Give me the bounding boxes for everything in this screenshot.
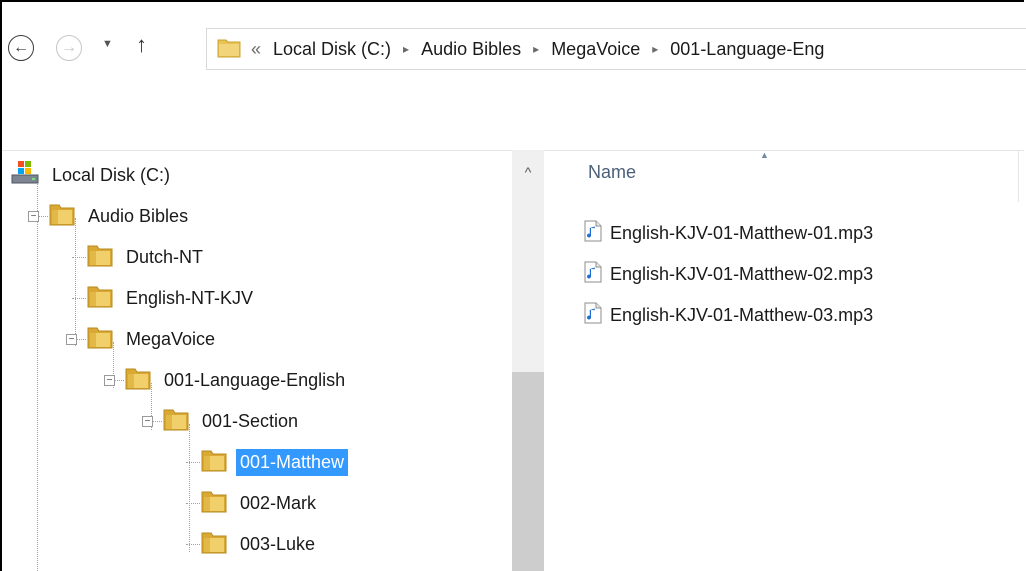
folder-icon (86, 242, 114, 273)
tree-connector (186, 503, 200, 504)
tree-connector (72, 298, 86, 299)
recent-locations-button[interactable]: ▼ (102, 38, 113, 50)
breadcrumb-item[interactable]: Audio Bibles (421, 39, 521, 60)
nav-scrollbar[interactable]: ^ (512, 150, 544, 571)
breadcrumb-separator[interactable]: ▸ (403, 42, 409, 56)
tree-item-label: Local Disk (C:) (52, 164, 171, 185)
folder-icon (86, 283, 114, 314)
column-divider[interactable] (1018, 150, 1019, 202)
tree-item-label: Dutch-NT (126, 246, 204, 267)
sort-ascending-icon: ▲ (760, 150, 769, 160)
folder-icon (200, 447, 228, 478)
back-arrow-icon: ← (13, 39, 29, 56)
tree-collapse-toggle[interactable]: − (142, 416, 153, 427)
tree-item-label: 003-Luke (240, 533, 316, 554)
tree-connector (186, 462, 200, 463)
tree-item-label: 001-Matthew (236, 448, 349, 476)
folder-icon (200, 529, 228, 560)
folder-icon (162, 406, 190, 437)
tree-item-label: 001-Section (202, 410, 299, 431)
tree-item[interactable]: Audio Bibles (48, 197, 192, 235)
tree-collapse-toggle[interactable]: − (104, 375, 115, 386)
breadcrumb-item[interactable]: Local Disk (C:) (273, 39, 391, 60)
breadcrumb-item[interactable]: 001-Language-Eng (670, 39, 824, 60)
column-header-name[interactable]: Name (588, 162, 636, 183)
tree-item[interactable]: 001-Section (162, 402, 302, 440)
tree-connector (72, 257, 86, 258)
tree-item[interactable]: 001-Language-English (124, 361, 349, 399)
chevron-down-icon: ▼ (102, 38, 113, 50)
tree-item-label: 002-Mark (240, 492, 317, 513)
breadcrumb-separator[interactable]: ▸ (533, 42, 539, 56)
breadcrumb: Local Disk (C:) ▸ Audio Bibles ▸ MegaVoice ▸ 0… (273, 39, 824, 60)
tree-item[interactable]: 002-Mark (200, 484, 320, 522)
tree-collapse-toggle[interactable]: − (66, 334, 77, 345)
navigation-pane[interactable]: Local Disk (C:) − Audio Bibles Dutch-NT Engl… (2, 150, 512, 571)
tree-connector (75, 218, 76, 346)
navigation-bar: ← → ▼ ↑ « Local Disk (C:) ▸ Audio Bibles ▸ M… (2, 2, 1026, 88)
tree-item[interactable]: Local Disk (C:) (10, 156, 174, 194)
forward-arrow-icon: → (61, 39, 77, 56)
folder-icon (48, 201, 76, 232)
tree-connector (189, 424, 190, 552)
up-arrow-icon: ↑ (136, 32, 147, 57)
folder-icon (86, 324, 114, 355)
file-name: English-KJV-01-Matthew-02.mp3 (610, 263, 874, 284)
tree-item[interactable]: MegaVoice (86, 320, 219, 358)
scroll-thumb[interactable] (512, 372, 544, 571)
tree-item[interactable]: English-NT-KJV (86, 279, 257, 317)
tree-item-label: 001-Language-English (164, 369, 346, 390)
folder-icon (124, 365, 152, 396)
forward-button[interactable]: → (56, 35, 82, 61)
address-overflow-chevron[interactable]: « (251, 39, 261, 60)
folder-icon (200, 488, 228, 519)
tree-item[interactable]: 001-Matthew (200, 443, 349, 481)
address-bar[interactable]: « Local Disk (C:) ▸ Audio Bibles ▸ MegaVoice… (206, 28, 1026, 70)
drive-icon (10, 160, 40, 191)
tree-connector (37, 178, 38, 571)
audio-file-icon (584, 220, 602, 247)
tree-item[interactable]: Dutch-NT (86, 238, 207, 276)
audio-file-icon (584, 261, 602, 288)
breadcrumb-separator[interactable]: ▸ (652, 42, 658, 56)
tree-connector (186, 544, 200, 545)
file-list-pane[interactable]: ▲ Name English-KJV-01-Matthew-01.mp3 Engl… (544, 150, 1024, 571)
folder-icon (217, 36, 241, 63)
tree-item-label: Audio Bibles (88, 205, 189, 226)
file-row[interactable]: English-KJV-01-Matthew-03.mp3 (584, 298, 873, 332)
file-name: English-KJV-01-Matthew-01.mp3 (610, 222, 874, 243)
tree-item[interactable]: 003-Luke (200, 525, 319, 563)
toolbar-band (2, 88, 1024, 151)
tree-collapse-toggle[interactable]: − (28, 211, 39, 222)
file-name: English-KJV-01-Matthew-03.mp3 (610, 304, 874, 325)
tree-item-label: English-NT-KJV (126, 287, 254, 308)
tree-item-label: MegaVoice (126, 328, 216, 349)
file-row[interactable]: English-KJV-01-Matthew-02.mp3 (584, 257, 873, 291)
scroll-up-button[interactable]: ^ (512, 164, 544, 180)
file-row[interactable]: English-KJV-01-Matthew-01.mp3 (584, 216, 873, 250)
audio-file-icon (584, 302, 602, 329)
up-button[interactable]: ↑ (136, 32, 147, 58)
back-button[interactable]: ← (8, 35, 34, 61)
breadcrumb-item[interactable]: MegaVoice (551, 39, 640, 60)
